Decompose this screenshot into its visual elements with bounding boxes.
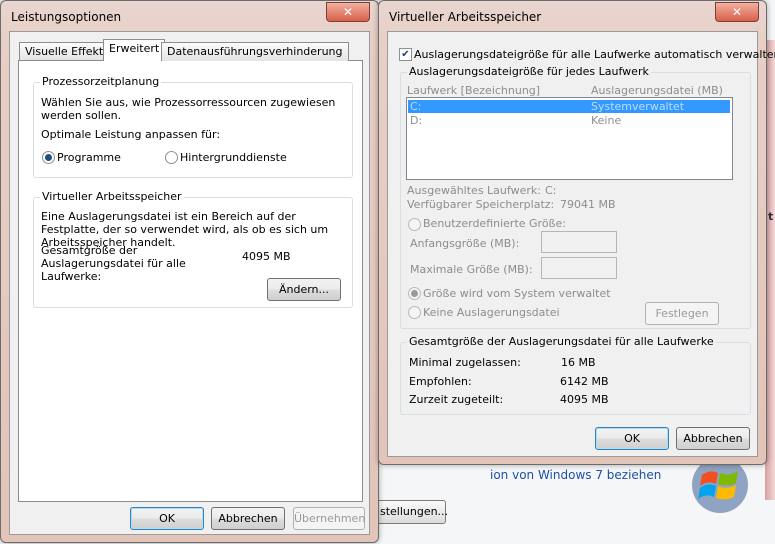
dialog-title: Virtueller Arbeitsspeicher [389,10,542,24]
auto-manage-checkbox[interactable]: ✔ [399,48,412,61]
title-bar: Leistungsoptionen [1,1,378,31]
set-button[interactable]: Festlegen [645,302,719,325]
close-icon: ✕ [731,5,743,19]
cancel-button[interactable]: Abbrechen [211,507,285,530]
system-managed-radio[interactable] [408,287,421,300]
programs-radio[interactable] [42,151,55,164]
column-header-pagefile: Auslagerungsdatei (MB) [591,84,723,97]
tab-visual-effects[interactable]: Visuelle Effekte [19,42,116,61]
ok-button[interactable]: OK [595,427,669,450]
programs-label[interactable]: Programme [57,151,121,164]
recommended-label: Empfohlen: [409,375,472,388]
max-size-label: Maximale Größe (MB): [410,263,533,276]
max-size-input[interactable] [541,257,617,279]
performance-options-dialog: Leistungsoptionen ✕ Visuelle Effekte Erw… [0,0,379,543]
column-header-drive: Laufwerk [Bezeichnung] [407,84,541,97]
group-label: Gesamtgröße der Auslagerungsdatei für al… [407,335,716,348]
no-pagefile-radio[interactable] [408,306,421,319]
drive-row-c-pagefile[interactable]: Systemverwaltet [591,100,684,113]
background-text-fragment: t [768,210,774,223]
drive-row-c-drive[interactable]: C: [410,100,421,113]
change-button[interactable]: Ändern... [267,278,341,301]
group-label: Prozessorzeitplanung [40,75,162,88]
close-button[interactable]: ✕ [715,2,759,22]
initial-size-input[interactable] [541,231,617,253]
minimum-allowed-value: 16 MB [561,356,596,369]
free-space-value: 79041 MB [560,198,616,211]
scheduling-description: Wählen Sie aus, wie Prozessorressourcen … [41,96,336,122]
currently-allocated-value: 4095 MB [560,393,609,406]
no-pagefile-label[interactable]: Keine Auslagerungsdatei [423,306,560,319]
currently-allocated-label: Zurzeit zugeteilt: [409,393,504,406]
initial-size-label: Anfangsgröße (MB): [410,237,520,250]
background-services-label[interactable]: Hintergrunddienste [180,151,287,164]
group-label: Auslagerungsdateigröße für jedes Laufwer… [407,65,651,78]
custom-size-label[interactable]: Benutzerdefinierte Größe: [423,217,566,230]
apply-button[interactable]: Übernehmen [293,507,365,530]
drive-row-d-drive[interactable]: D: [410,114,422,127]
group-label: Virtueller Arbeitsspeicher [40,190,184,203]
cancel-button[interactable]: Abbrechen [676,427,750,450]
tab-dep[interactable]: Datenausführungsverhinderung [161,42,349,61]
ok-button[interactable]: OK [130,507,204,530]
auto-manage-label[interactable]: Auslagerungsdateigröße für alle Laufwerk… [414,48,775,61]
system-managed-label[interactable]: Größe wird vom System verwaltet [423,287,611,300]
background-settings-button[interactable]: nstellungen... [372,500,448,524]
dialog-title: Leistungsoptionen [11,10,122,24]
title-bar: Virtueller Arbeitsspeicher [379,1,766,31]
minimum-allowed-label: Minimal zugelassen: [409,356,521,369]
adjust-for-label: Optimale Leistung anpassen für: [41,128,221,141]
total-pagefile-value: 4095 MB [242,250,291,263]
free-space-label: Verfügbarer Speicherplatz: [407,198,555,211]
total-pagefile-label: Gesamtgröße der Auslagerungsdatei für al… [41,244,186,283]
drive-row-d-pagefile[interactable]: Keine [591,114,621,127]
close-icon: ✕ [342,5,354,19]
selected-drive-label: Ausgewähltes Laufwerk: [407,184,541,197]
virtual-memory-dialog: Virtueller Arbeitsspeicher ✕ ✔ Auslageru… [378,0,775,465]
close-button[interactable]: ✕ [326,2,370,22]
tab-advanced[interactable]: Erweitert [103,39,166,61]
custom-size-radio[interactable] [408,218,421,231]
background-services-radio[interactable] [165,151,178,164]
selected-drive-value: C: [545,184,557,197]
recommended-value: 6142 MB [560,375,609,388]
windows-link[interactable]: ion von Windows 7 beziehen [490,468,661,482]
